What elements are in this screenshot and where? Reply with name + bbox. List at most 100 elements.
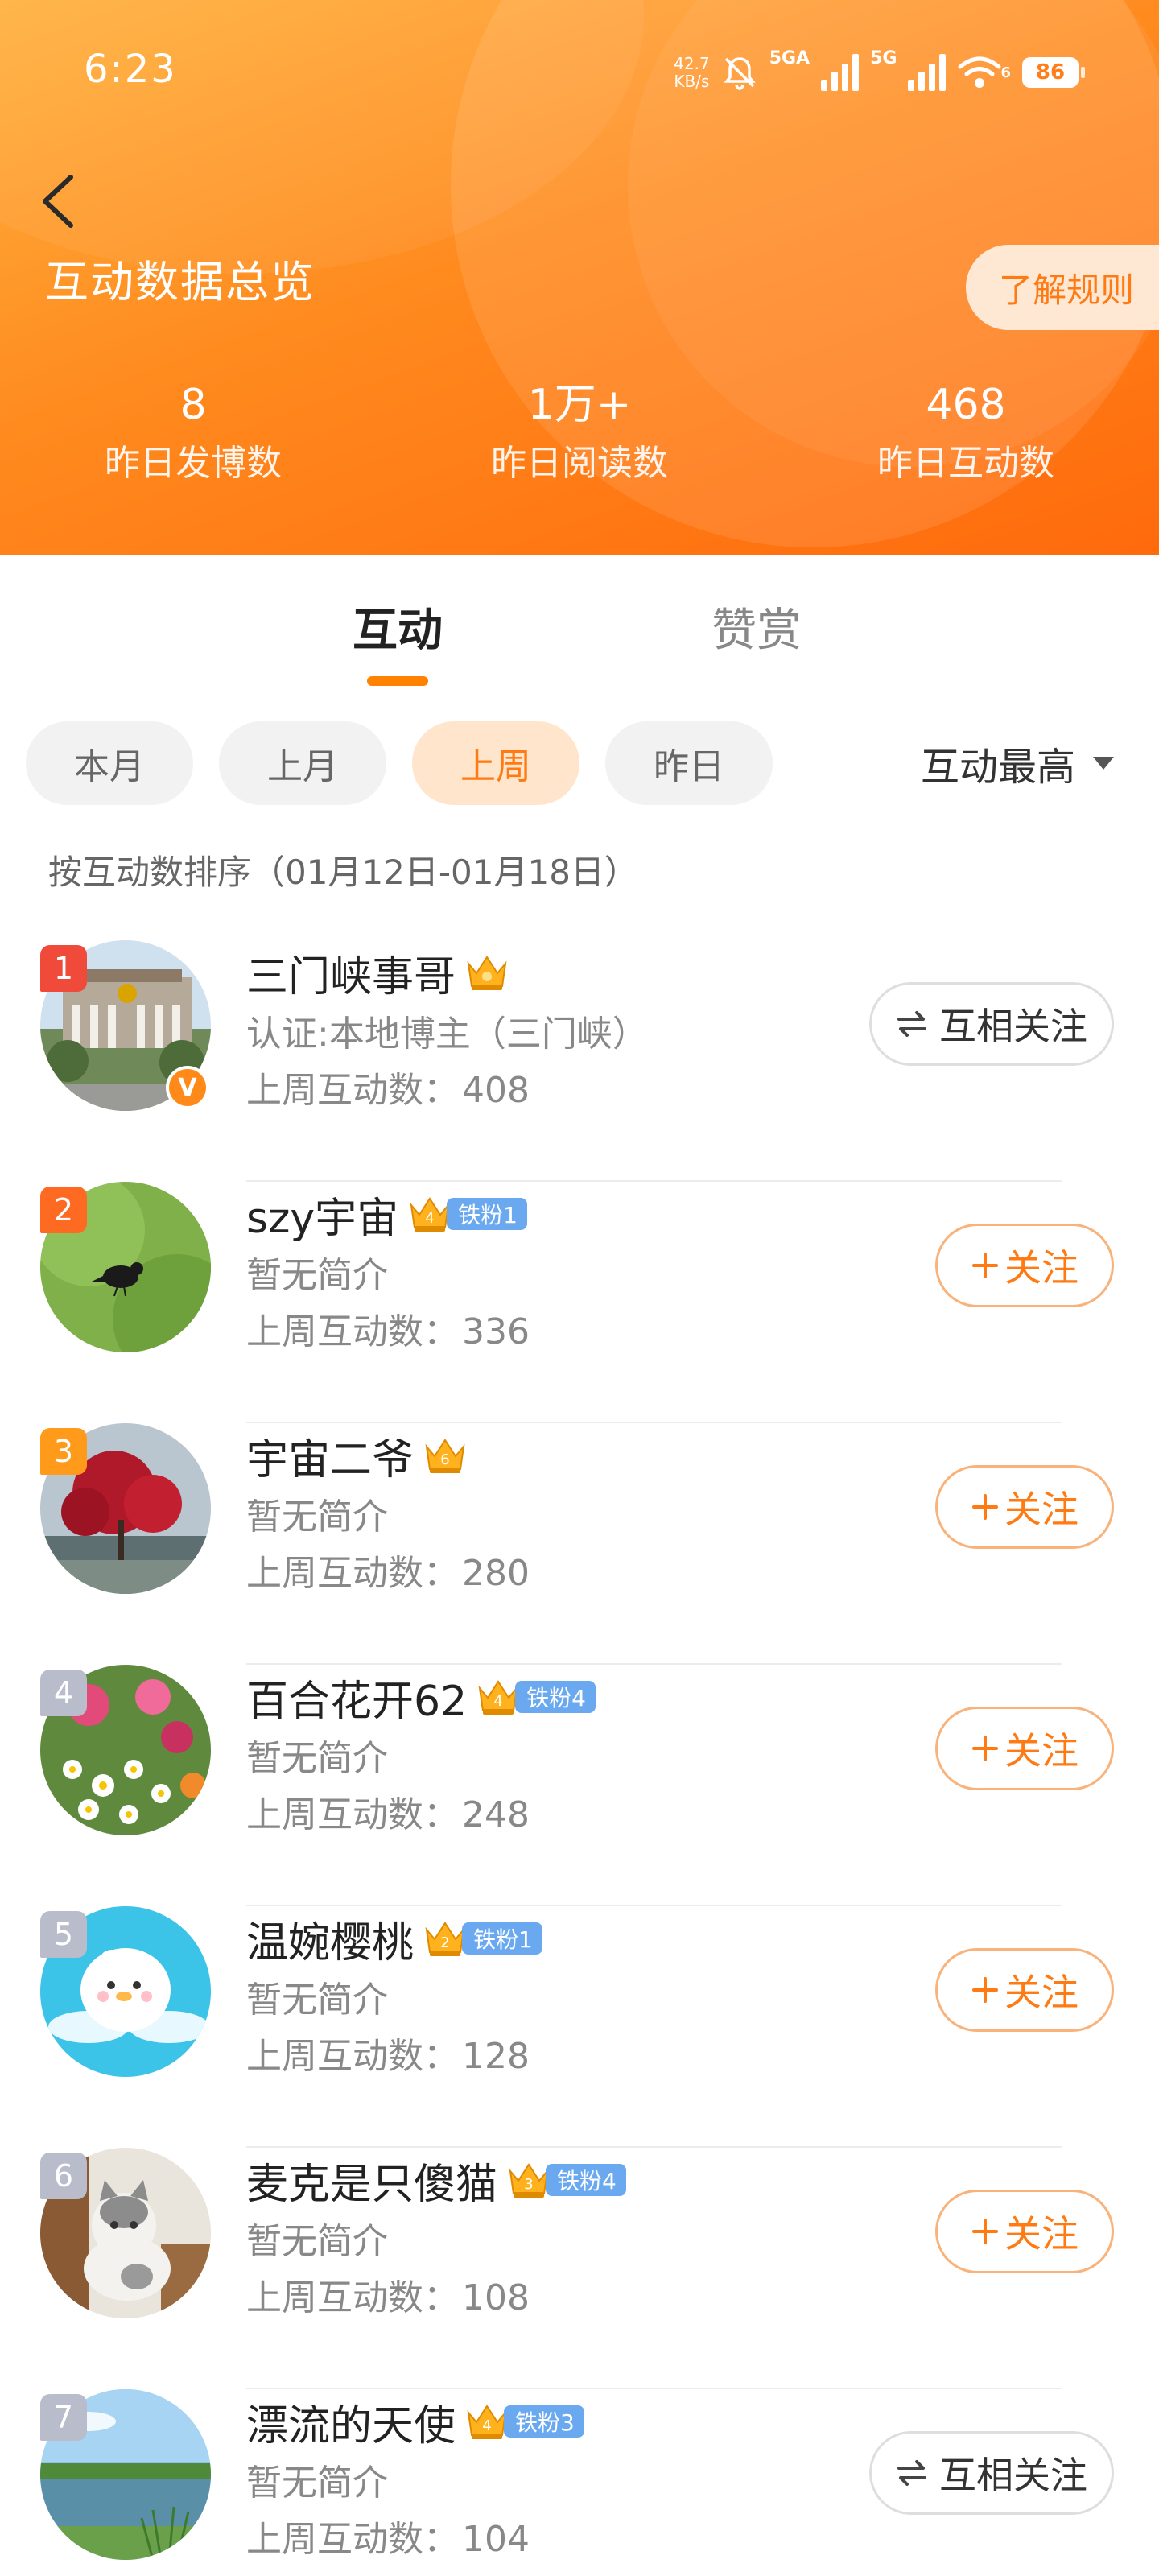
user-description: 认证:本地博主（三门峡） <box>246 1013 648 1055</box>
plus-icon <box>972 2219 998 2244</box>
user-name[interactable]: 百合花开62 <box>246 1667 467 1728</box>
follow-button[interactable]: 关注 <box>935 1465 1114 1549</box>
plus-icon <box>972 1494 998 1520</box>
filter-chip-last-month[interactable]: 上月 <box>219 721 386 805</box>
follow-button[interactable]: 关注 <box>935 1707 1114 1790</box>
stat-value: 1万+ <box>527 381 632 429</box>
crown-level-icon: 6 <box>425 1439 465 1473</box>
name-line: 温婉樱桃 2 铁粉1 <box>246 1909 542 1967</box>
interaction-count: 上周互动数：104 <box>246 2519 530 2560</box>
rank-badge: 3 <box>40 1428 87 1475</box>
list-item[interactable]: 1 V 三门峡事哥 认证:本地博主（三门峡） 上周互动数：408 互相关注 <box>0 940 1159 1182</box>
fan-badge: 铁粉1 <box>462 1922 542 1955</box>
list-item[interactable]: 4 百合花开62 4 铁粉4 暂无简介 上周互动数：248 关注 <box>0 1665 1159 1906</box>
fan-badge: 铁粉1 <box>447 1198 527 1230</box>
fan-badge: 铁粉3 <box>504 2405 584 2438</box>
rules-button[interactable]: 了解规则 <box>966 245 1159 330</box>
interaction-count: 上周互动数：280 <box>246 1553 530 1594</box>
rank-badge: 7 <box>40 2394 87 2441</box>
name-line: 宇宙二爷 6 <box>246 1426 468 1484</box>
rank-badge: 4 <box>40 1670 87 1716</box>
interaction-list: 1 V 三门峡事哥 认证:本地博主（三门峡） 上周互动数：408 互相关注 2 … <box>0 940 1159 2576</box>
plus-icon <box>972 1977 998 2003</box>
interaction-count: 上周互动数：408 <box>246 1070 530 1111</box>
list-item[interactable]: 6 麦克是只傻猫 3 铁粉4 暂无简介 上周互动数：108 关注 <box>0 2148 1159 2389</box>
fan-badge: 铁粉4 <box>515 1681 596 1713</box>
svg-text:3: 3 <box>524 2176 533 2193</box>
net-speed: 42.7 KB/s <box>674 54 710 91</box>
fan-badge: 铁粉4 <box>546 2164 626 2196</box>
stat-value: 8 <box>179 381 207 429</box>
stat-value: 468 <box>926 381 1006 429</box>
header: 6:23 42.7 KB/s 5GA 5G 6 86 互动数据总览 了解规则 8… <box>0 0 1159 555</box>
user-name[interactable]: 麦克是只傻猫 <box>246 2150 497 2211</box>
stat-label: 昨日互动数 <box>877 443 1054 484</box>
svg-text:2: 2 <box>440 1934 449 1951</box>
user-description: 暂无简介 <box>246 1496 388 1538</box>
sort-description: 按互动数排序（01月12日-01月18日） <box>48 852 638 892</box>
name-line: 百合花开62 4 铁粉4 <box>246 1668 596 1726</box>
plus-icon <box>972 1253 998 1278</box>
follow-button[interactable]: 关注 <box>935 2190 1114 2273</box>
plus-icon <box>972 1736 998 1761</box>
signal-icon <box>821 54 860 91</box>
status-bar: 6:23 42.7 KB/s 5GA 5G 6 86 <box>0 0 1159 145</box>
tab-bar: 互动 赞赏 <box>0 555 1159 692</box>
name-line: 漂流的天使 4 铁粉3 <box>246 2392 584 2450</box>
battery-icon: 86 <box>1022 57 1085 88</box>
user-description: 暂无简介 <box>246 1255 388 1296</box>
filter-chip-this-month[interactable]: 本月 <box>26 721 193 805</box>
tab-interaction[interactable]: 互动 <box>353 594 443 659</box>
user-name[interactable]: 三门峡事哥 <box>246 943 456 1003</box>
stat-label: 昨日阅读数 <box>491 443 668 484</box>
stat-reads[interactable]: 1万+ 昨日阅读数 <box>386 378 773 507</box>
user-name[interactable]: szy宇宙 <box>246 1184 398 1245</box>
follow-button[interactable]: 关注 <box>935 1224 1114 1307</box>
interaction-count: 上周互动数：128 <box>246 2036 530 2077</box>
interaction-count: 上周互动数：108 <box>246 2277 530 2318</box>
svg-text:6: 6 <box>440 1451 449 1468</box>
interaction-count: 上周互动数：336 <box>246 1311 530 1352</box>
mutual-follow-button[interactable]: 互相关注 <box>869 982 1114 1066</box>
user-description: 暂无简介 <box>246 1979 388 2021</box>
interaction-count: 上周互动数：248 <box>246 1794 530 1835</box>
user-description: 暂无简介 <box>246 2462 388 2504</box>
status-time: 6:23 <box>84 47 177 92</box>
rank-badge: 5 <box>40 1911 87 1958</box>
list-item[interactable]: 5 温婉樱桃 2 铁粉1 暂无简介 上周互动数：128 关注 <box>0 1906 1159 2148</box>
signal-1-label: 5GA <box>769 48 810 68</box>
signal-icon <box>908 54 947 91</box>
list-item[interactable]: 2 szy宇宙 4 铁粉1 暂无简介 上周互动数：336 关注 <box>0 1182 1159 1423</box>
follow-button[interactable]: 关注 <box>935 1948 1114 2032</box>
user-name[interactable]: 温婉樱桃 <box>246 1909 414 1969</box>
status-icons: 42.7 KB/s 5GA 5G 6 86 <box>674 47 1085 98</box>
name-line: 麦克是只傻猫 3 铁粉4 <box>246 2151 626 2209</box>
wifi-icon <box>958 56 1001 88</box>
tab-reward[interactable]: 赞赏 <box>711 594 802 659</box>
rank-badge: 2 <box>40 1187 87 1233</box>
mutual-follow-button[interactable]: 互相关注 <box>869 2431 1114 2515</box>
swap-arrows-icon <box>897 1011 926 1037</box>
rank-badge: 1 <box>40 945 87 992</box>
filter-bar: 本月 上月 上周 昨日 互动最高 <box>0 721 1159 808</box>
stat-posts[interactable]: 8 昨日发博数 <box>0 378 386 507</box>
list-item[interactable]: 7 漂流的天使 4 铁粉3 暂无简介 上周互动数：104 互相关注 <box>0 2389 1159 2576</box>
verified-badge-icon: V <box>166 1066 209 1109</box>
stat-label: 昨日发博数 <box>105 443 282 484</box>
crown-level-icon <box>467 956 507 990</box>
filter-chip-last-week[interactable]: 上周 <box>412 721 580 805</box>
rank-badge: 6 <box>40 2153 87 2199</box>
user-description: 暂无简介 <box>246 1738 388 1779</box>
filter-chip-yesterday[interactable]: 昨日 <box>605 721 773 805</box>
user-name[interactable]: 宇宙二爷 <box>246 1426 414 1486</box>
bell-muted-icon <box>724 57 756 90</box>
dropdown-triangle-icon <box>1093 757 1114 770</box>
sort-dropdown[interactable]: 互动最高 <box>921 721 1114 805</box>
list-item[interactable]: 3 宇宙二爷 6 暂无简介 上周互动数：280 关注 <box>0 1423 1159 1665</box>
name-line: 三门峡事哥 <box>246 943 510 1001</box>
user-description: 暂无简介 <box>246 2221 388 2262</box>
user-name[interactable]: 漂流的天使 <box>246 2392 456 2452</box>
back-arrow-icon[interactable] <box>35 171 84 232</box>
stat-interactions[interactable]: 468 昨日互动数 <box>773 378 1159 507</box>
svg-text:4: 4 <box>493 1693 502 1710</box>
